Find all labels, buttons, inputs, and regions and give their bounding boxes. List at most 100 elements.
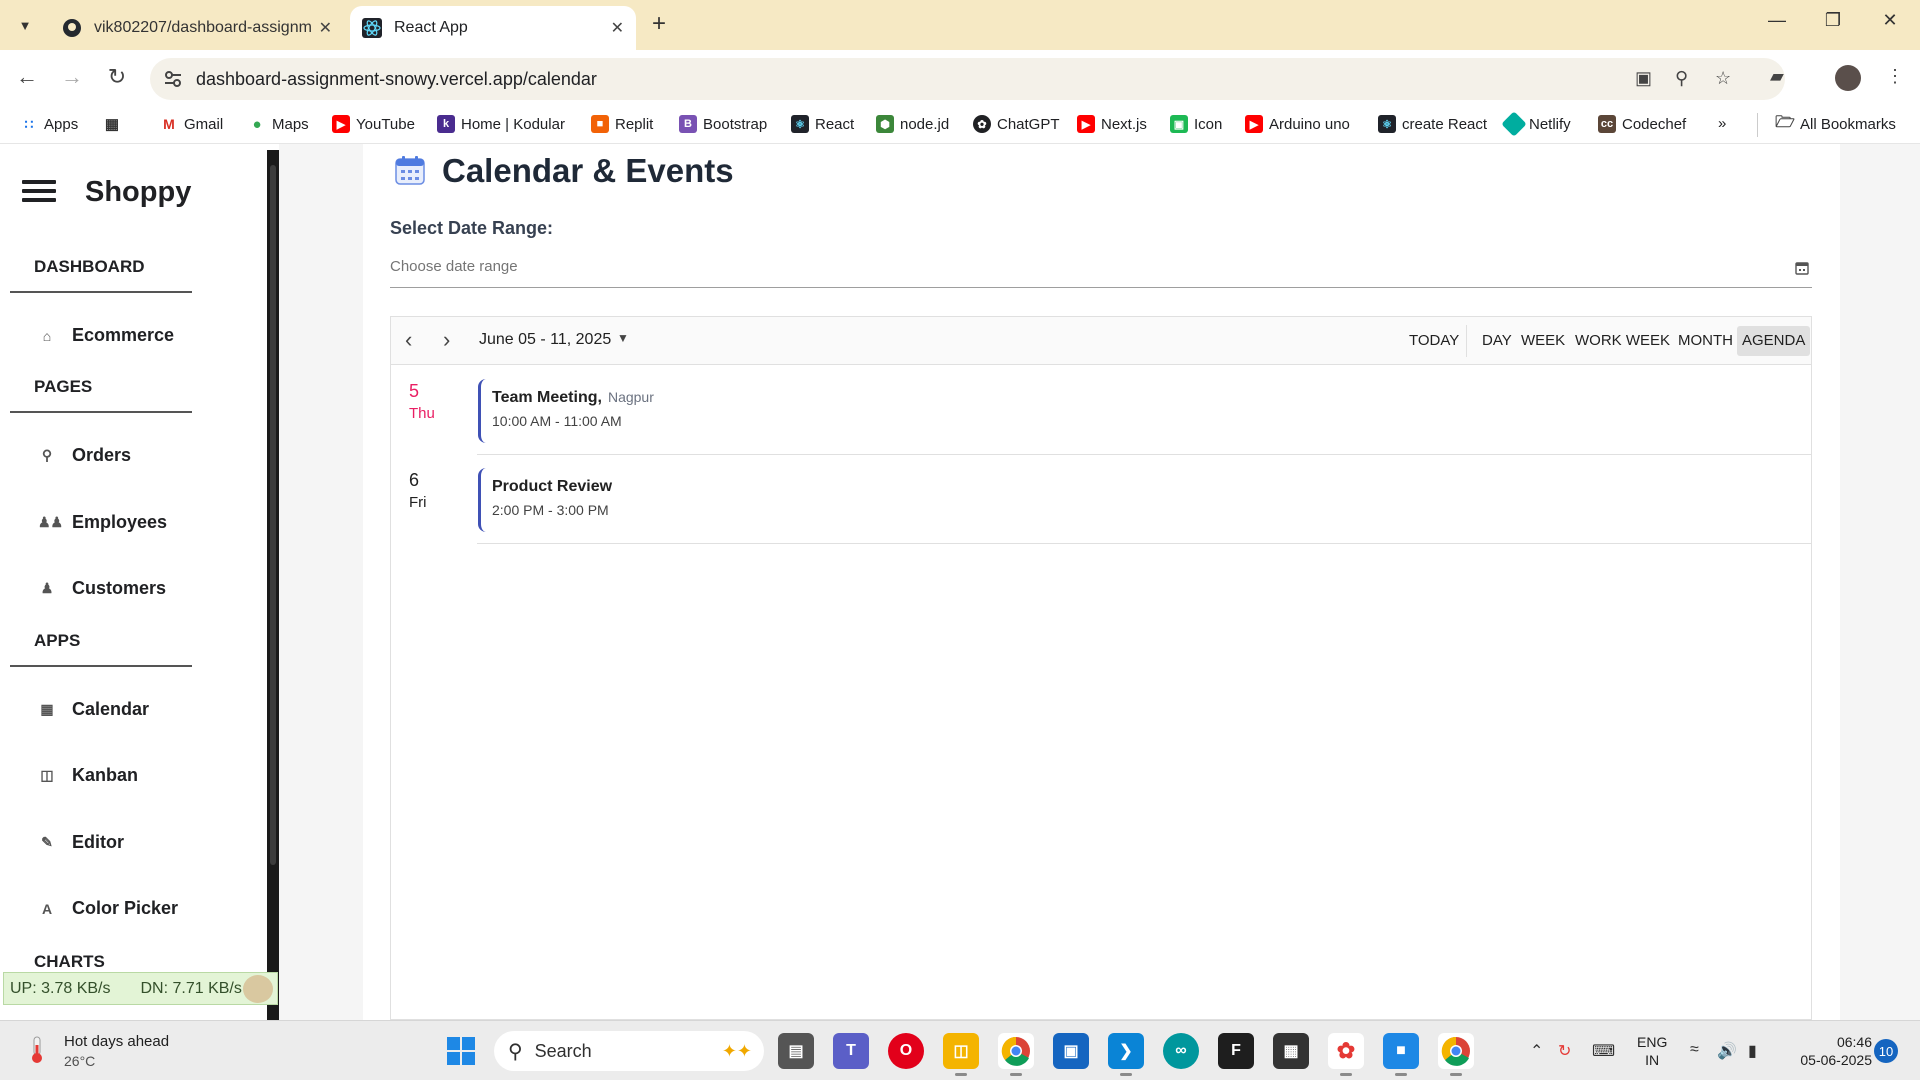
sync-icon[interactable]: ↻ — [1558, 1041, 1571, 1061]
bookmark-icon[interactable]: ▣ Icon — [1170, 115, 1222, 133]
bookmark-create-react[interactable]: ⚛ create React — [1378, 115, 1487, 133]
previous-chevron-icon[interactable]: ‹ — [405, 327, 412, 353]
sidebar-scrollbar-thumb[interactable] — [270, 165, 276, 865]
taskbar-search[interactable]: ⚲ Search ✦✦ — [494, 1031, 764, 1071]
bookmark-nodejs[interactable]: ⬢ node.jd — [876, 115, 949, 133]
bookmark-nextjs[interactable]: ▶ Next.js — [1077, 115, 1147, 133]
view-day-button[interactable]: DAY — [1477, 326, 1517, 356]
app-icon[interactable]: ■ — [1383, 1033, 1419, 1076]
profile-avatar[interactable] — [1835, 65, 1861, 91]
zoom-icon[interactable]: ⚲ — [1675, 68, 1688, 89]
date-range-button[interactable]: June 05 - 11, 2025 — [479, 331, 611, 349]
sidebar-item-orders[interactable]: ⚲ Orders — [38, 445, 131, 466]
close-tab-icon[interactable]: ✕ — [319, 18, 332, 38]
vscode-icon[interactable]: ❯ — [1108, 1033, 1144, 1076]
bookmark-replit[interactable]: ■ Replit — [591, 115, 653, 133]
bookmark-netlify[interactable]: Netlify — [1501, 111, 1571, 137]
chrome-icon[interactable] — [1438, 1033, 1474, 1076]
teams-icon[interactable]: T — [833, 1033, 869, 1069]
site-info-icon[interactable] — [162, 68, 184, 90]
today-button[interactable]: TODAY — [1404, 326, 1464, 356]
reload-icon[interactable]: ↻ — [102, 64, 132, 90]
file-explorer-icon[interactable]: ◫ — [943, 1033, 979, 1076]
sidebar-item-calendar[interactable]: ▦ Calendar — [38, 699, 149, 720]
photos-icon[interactable]: ✿ — [1328, 1033, 1364, 1076]
bookmark-maps[interactable]: ● Maps — [248, 115, 308, 133]
more-bookmarks-chevron-icon[interactable]: » — [1718, 115, 1726, 132]
bookmark-arduino[interactable]: ▶ Arduino uno — [1245, 115, 1350, 133]
tab-search-button[interactable]: ▼ — [10, 10, 40, 40]
system-clock[interactable]: 06:46 05-06-2025 — [1788, 1033, 1872, 1069]
view-week-button[interactable]: WEEK — [1516, 326, 1570, 356]
view-agenda-button[interactable]: AGENDA — [1737, 326, 1811, 356]
wifi-icon[interactable]: ≈ — [1690, 1041, 1699, 1059]
notification-badge[interactable]: 10 — [1874, 1039, 1898, 1063]
weather-temperature[interactable]: 26°C — [64, 1053, 95, 1069]
caret-down-icon[interactable]: ▼ — [617, 331, 629, 345]
restore-icon[interactable]: ❐ — [1813, 10, 1853, 31]
app-icon[interactable]: ▦ — [1273, 1033, 1309, 1069]
volume-icon[interactable]: 🔊 — [1717, 1041, 1737, 1061]
sidebar-item-editor[interactable]: ✎ Editor — [38, 832, 124, 853]
bookmark-gmail[interactable]: M Gmail — [160, 115, 223, 133]
weather-title[interactable]: Hot days ahead — [64, 1033, 169, 1050]
youtube-icon: ▶ — [332, 115, 350, 133]
tab-github[interactable]: vik802207/dashboard-assignme ✕ — [50, 6, 344, 50]
bookmark-react[interactable]: ⚛ React — [791, 115, 854, 133]
opera-icon[interactable]: O — [888, 1033, 924, 1069]
toolbar-separator — [1466, 325, 1467, 357]
figma-icon[interactable]: F — [1218, 1033, 1254, 1069]
sidebar-item-employees[interactable]: ♟♟ Employees — [38, 512, 167, 533]
sidebar-item-customers[interactable]: ♟ Customers — [38, 578, 166, 599]
chevron-up-icon[interactable]: ⌃ — [1530, 1041, 1543, 1061]
gmail-icon: M — [160, 115, 178, 133]
new-tab-button[interactable]: + — [652, 10, 666, 38]
windows-start-icon[interactable] — [443, 1033, 479, 1069]
sidebar-item-kanban[interactable]: ◫ Kanban — [38, 765, 138, 786]
task-view-icon[interactable]: ▤ — [778, 1033, 814, 1069]
close-tab-icon[interactable]: ✕ — [611, 18, 624, 38]
menu-kebab-icon[interactable]: ⋮ — [1886, 66, 1904, 87]
back-icon[interactable]: ← — [12, 64, 42, 90]
bookmark-youtube[interactable]: ▶ YouTube — [332, 115, 415, 133]
bookmark-chatgpt[interactable]: ✿ ChatGPT — [973, 115, 1060, 133]
tab-react-app[interactable]: React App ✕ — [350, 6, 636, 50]
keyboard-icon[interactable]: ⌨ — [1592, 1041, 1615, 1061]
bookmark-star-icon[interactable]: ☆ — [1715, 68, 1731, 89]
bookmark-bootstrap[interactable]: B Bootstrap — [679, 115, 767, 133]
store-icon[interactable]: ▣ — [1053, 1033, 1089, 1069]
bookmark-codechef[interactable]: cc Codechef — [1598, 115, 1686, 133]
next-chevron-icon[interactable]: › — [443, 327, 450, 353]
address-bar[interactable]: dashboard-assignment-snowy.vercel.app/ca… — [150, 58, 1785, 100]
bookmark-apps[interactable]: ∷ Apps — [20, 115, 79, 133]
calendar-icon — [395, 156, 425, 185]
bookmark-kodular[interactable]: k Home | Kodular — [437, 115, 565, 133]
url-text: dashboard-assignment-snowy.vercel.app/ca… — [196, 69, 597, 89]
install-app-icon[interactable]: ▣ — [1635, 68, 1652, 89]
extensions-icon[interactable]: ▰ — [1770, 66, 1784, 87]
view-work-week-button[interactable]: WORK WEEK — [1570, 326, 1675, 356]
search-icon: ⚲ — [508, 1040, 523, 1063]
minimize-icon[interactable]: — — [1757, 10, 1797, 31]
arduino-icon[interactable]: ∞ — [1163, 1033, 1199, 1069]
window-close-icon[interactable]: ✕ — [1870, 10, 1910, 31]
hamburger-menu-icon[interactable] — [22, 180, 56, 204]
bookmarks-bar: ∷ Apps ▦ M Gmail ● Maps ▶ YouTube k Home | Ko… — [0, 107, 1920, 144]
view-month-button[interactable]: MONTH — [1673, 326, 1738, 356]
agenda-event[interactable]: Team Meeting, Nagpur 10:00 AM - 11:00 AM — [478, 379, 654, 443]
people-icon: ♟♟ — [38, 514, 64, 530]
sidebar-item-color-picker[interactable]: A Color Picker — [38, 898, 178, 919]
date-range-picker[interactable] — [390, 258, 1812, 288]
forward-icon[interactable]: → — [57, 64, 87, 90]
battery-icon[interactable]: ▮ — [1748, 1041, 1757, 1061]
bookmark-grid[interactable]: ▦ — [103, 115, 127, 133]
all-bookmarks[interactable]: 🗁 All Bookmarks — [1775, 114, 1896, 133]
language-indicator[interactable]: ENG IN — [1637, 1033, 1667, 1069]
chrome-icon[interactable] — [998, 1033, 1034, 1076]
agenda-event[interactable]: Product Review 2:00 PM - 3:00 PM — [478, 468, 612, 532]
date-range-input[interactable] — [390, 258, 1770, 275]
react-icon — [362, 18, 382, 38]
date-picker-calendar-icon[interactable] — [1794, 260, 1810, 276]
sidebar-item-ecommerce[interactable]: ⌂ Ecommerce — [38, 325, 174, 346]
brand-logo[interactable]: Shoppy — [85, 176, 191, 209]
